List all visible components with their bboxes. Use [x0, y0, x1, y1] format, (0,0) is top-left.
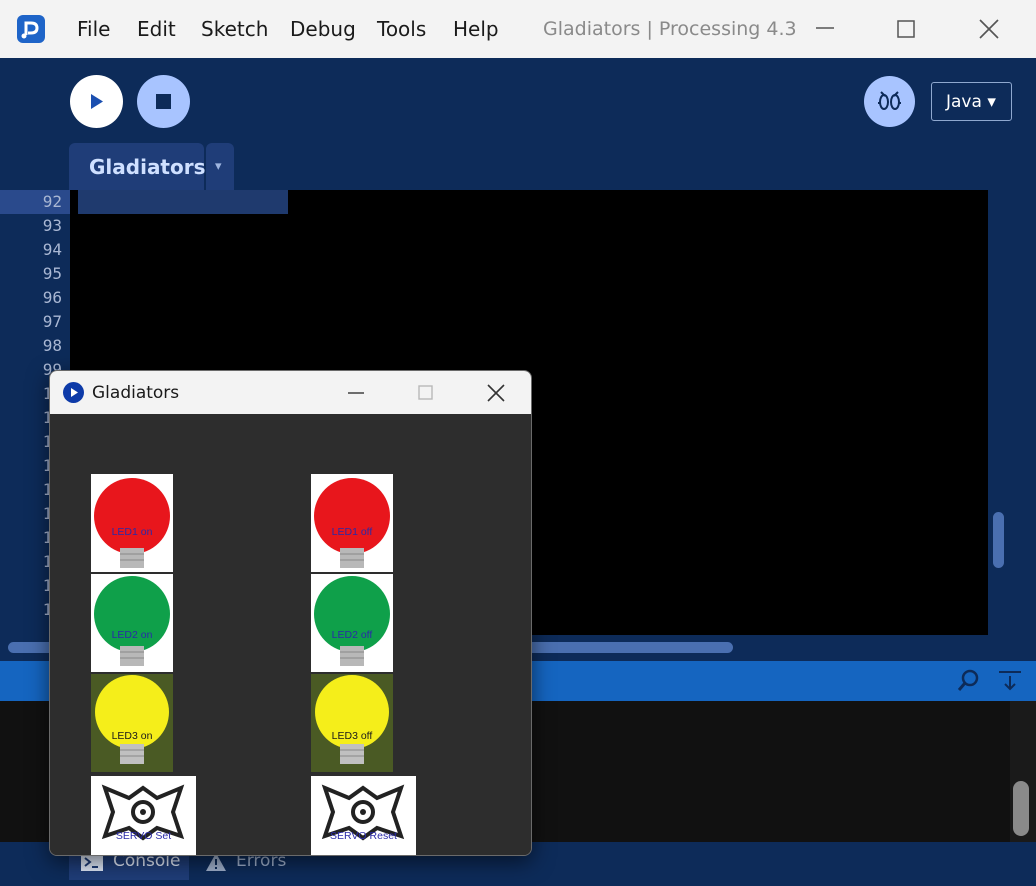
servo-set-label: SERVO Set	[115, 830, 172, 842]
stop-icon	[156, 94, 171, 109]
red-bulb-icon	[314, 478, 390, 568]
led2-on-label: LED2 on	[111, 629, 153, 641]
scrollbar-thumb[interactable]	[993, 512, 1004, 568]
line-number: 95	[42, 264, 62, 283]
line-number: 94	[42, 240, 62, 259]
menu-sketch[interactable]: Sketch	[201, 17, 268, 41]
led2-off-button[interactable]: LED2 off	[311, 574, 393, 672]
editor-vertical-scrollbar[interactable]	[988, 190, 1010, 635]
servo-icon	[101, 784, 185, 841]
menu-edit[interactable]: Edit	[137, 17, 176, 41]
led2-off-label: LED2 off	[331, 629, 373, 641]
led3-off-label: LED3 off	[331, 730, 373, 742]
maximize-button[interactable]	[891, 14, 921, 44]
menu-help[interactable]: Help	[453, 17, 499, 41]
menu-tools[interactable]: Tools	[377, 17, 426, 41]
processing-sketch-icon	[63, 382, 84, 403]
led1-off-label: LED1 off	[331, 526, 373, 538]
run-button[interactable]	[70, 75, 123, 128]
sketch-title-bar: Gladiators	[50, 371, 531, 414]
bug-icon	[878, 91, 901, 110]
sketch-minimize-button[interactable]	[343, 380, 369, 406]
window-title: Gladiators | Processing 4.3	[543, 18, 797, 40]
red-bulb-icon	[94, 478, 170, 568]
play-icon	[91, 94, 103, 109]
line-number: 96	[42, 288, 62, 307]
led2-on-button[interactable]: LED2 on	[91, 574, 173, 672]
stop-button[interactable]	[137, 75, 190, 128]
menu-debug[interactable]: Debug	[290, 17, 356, 41]
scrollbar-thumb[interactable]	[1013, 781, 1029, 836]
console-scrollbar[interactable]	[1010, 701, 1036, 842]
led3-off-button[interactable]: LED3 off	[311, 674, 393, 772]
selection-highlight	[78, 190, 288, 214]
maximize-icon	[897, 20, 915, 38]
line-number: 97	[42, 312, 62, 331]
search-icon[interactable]	[956, 667, 982, 693]
green-bulb-icon	[314, 576, 390, 666]
servo-reset-button[interactable]: SERVO Reset	[311, 776, 416, 855]
yellow-bulb-icon	[315, 675, 389, 764]
maximize-icon	[418, 385, 433, 400]
servo-reset-label: SERVO Reset	[330, 830, 397, 842]
green-bulb-icon	[94, 576, 170, 666]
line-number: 98	[42, 336, 62, 355]
title-bar: File Edit Sketch Debug Tools Help Gladia…	[0, 0, 1036, 58]
sketch-window[interactable]: Gladiators LED1 on LED2 on LED3 on SERVO…	[49, 370, 532, 856]
led3-on-label: LED3 on	[111, 730, 153, 742]
tab-menu-button[interactable]: ▾	[206, 143, 234, 190]
minimize-button[interactable]	[810, 14, 840, 44]
menu-file[interactable]: File	[77, 17, 110, 41]
led1-off-button[interactable]: LED1 off	[311, 474, 393, 572]
sketch-close-button[interactable]	[483, 380, 509, 406]
servo-icon	[321, 784, 405, 841]
close-icon	[487, 384, 505, 402]
led3-on-button[interactable]: LED3 on	[91, 674, 173, 772]
minimize-icon	[348, 392, 364, 394]
servo-set-button[interactable]: SERVO Set	[91, 776, 196, 855]
led1-on-button[interactable]: LED1 on	[91, 474, 173, 572]
debug-button[interactable]	[864, 76, 915, 127]
clear-console-icon[interactable]	[996, 667, 1024, 693]
line-number: 93	[42, 216, 62, 235]
close-button[interactable]	[974, 14, 1004, 44]
sketch-maximize-button[interactable]	[412, 380, 438, 406]
processing-logo-icon[interactable]	[17, 15, 45, 43]
yellow-bulb-icon	[95, 675, 169, 764]
sketch-canvas[interactable]: LED1 on LED2 on LED3 on SERVO Set LED1 o…	[50, 414, 531, 855]
mode-select[interactable]: Java ▾	[931, 82, 1012, 121]
sketch-window-title: Gladiators	[92, 383, 180, 403]
tab-gladiators[interactable]: Gladiators	[69, 143, 206, 190]
line-number: 92	[42, 192, 62, 211]
led1-on-label: LED1 on	[111, 526, 153, 538]
minimize-icon	[816, 27, 834, 29]
close-icon	[979, 19, 999, 39]
